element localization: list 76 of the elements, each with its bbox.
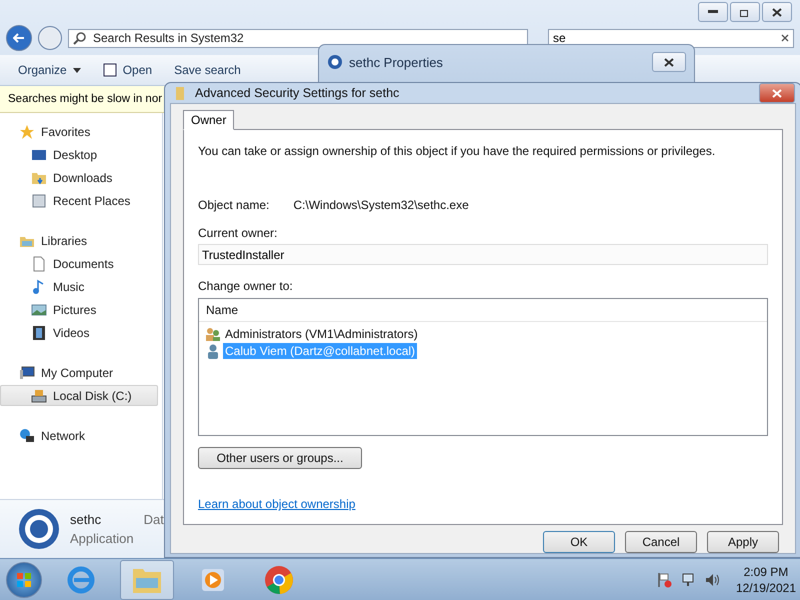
address-bar[interactable]: Search Results in System32 xyxy=(68,28,528,48)
folder-icon xyxy=(175,85,187,101)
nav-item[interactable]: Recent Places xyxy=(0,190,158,211)
owner-field[interactable]: TrustedInstaller xyxy=(198,244,768,265)
close-button[interactable] xyxy=(652,52,686,72)
search-field[interactable]: se xyxy=(548,28,794,48)
list-item[interactable]: Administrators (VM1\Administrators) xyxy=(223,326,420,342)
back-button[interactable] xyxy=(6,25,32,51)
column-label: Dat xyxy=(144,512,164,527)
other-users-button[interactable]: Other users or groups... xyxy=(198,447,362,469)
star-icon xyxy=(19,124,35,140)
network-icon xyxy=(680,572,696,588)
clear-icon xyxy=(781,34,789,42)
start-button[interactable] xyxy=(6,562,42,598)
film-icon xyxy=(31,324,47,340)
browser-icon xyxy=(66,565,96,595)
toolbar-button[interactable]: Save search xyxy=(174,63,241,77)
close-icon xyxy=(664,58,674,66)
nav-item[interactable]: Music xyxy=(0,276,158,297)
computer-icon xyxy=(19,364,35,380)
drive-icon xyxy=(31,388,47,404)
document-icon xyxy=(31,256,47,272)
file-name: sethc xyxy=(70,512,102,527)
tab[interactable]: Owner xyxy=(183,110,234,130)
nav-item[interactable]: Documents xyxy=(0,253,158,274)
maximize-button[interactable] xyxy=(730,2,760,22)
nav-item[interactable]: My Computer xyxy=(0,362,158,383)
close-icon xyxy=(772,8,782,16)
dialog-button[interactable]: OK xyxy=(543,531,615,553)
toolbar-button[interactable]: Open xyxy=(102,63,152,77)
nav-item[interactable]: Local Disk (C:) xyxy=(0,385,158,406)
window-title: Advanced Security Settings for sethc xyxy=(195,86,400,100)
folder-icon xyxy=(132,566,162,594)
column-header[interactable]: Name xyxy=(206,303,238,317)
nav-item[interactable]: Videos xyxy=(0,322,158,343)
minimize-icon xyxy=(708,10,718,14)
nav-item[interactable]: Favorites xyxy=(0,121,158,142)
minimize-button[interactable] xyxy=(698,2,728,22)
network-icon xyxy=(19,428,35,444)
windows-logo-icon xyxy=(16,572,32,588)
search-icon xyxy=(73,31,87,45)
nav-item[interactable]: Pictures xyxy=(0,299,158,320)
dialog-button[interactable]: Cancel xyxy=(625,531,697,553)
flag-icon xyxy=(656,572,672,588)
caret-icon xyxy=(72,68,81,72)
field-label: Object name: xyxy=(198,198,270,212)
toolbar-button[interactable]: Organize xyxy=(18,63,81,77)
close-button[interactable] xyxy=(762,2,792,22)
nav-item[interactable]: Desktop xyxy=(0,144,158,165)
clock-date[interactable]: 12/19/2021 xyxy=(736,581,796,595)
file-type: Application xyxy=(70,531,134,546)
field-label: Current owner: xyxy=(198,226,278,240)
clock-time[interactable]: 2:09 PM xyxy=(744,565,788,579)
back-arrow-icon xyxy=(13,32,25,44)
recent-places-icon xyxy=(31,192,47,208)
dialog-button[interactable]: Apply xyxy=(707,531,779,553)
media-player-icon xyxy=(200,567,226,593)
address-text: Search Results in System32 xyxy=(93,31,244,45)
field-label: Change owner to: xyxy=(198,279,294,293)
user-icon xyxy=(205,343,221,359)
users-icon xyxy=(205,326,221,342)
close-icon xyxy=(772,88,782,98)
restore-icon xyxy=(740,8,750,16)
nav-item[interactable]: Downloads xyxy=(0,167,158,188)
window-title: sethc Properties xyxy=(349,54,443,70)
close-button[interactable] xyxy=(759,83,795,103)
forward-button[interactable] xyxy=(38,26,62,50)
picture-icon xyxy=(31,302,47,318)
speaker-icon xyxy=(704,572,720,588)
object-name: C:\Windows\System32\sethc.exe xyxy=(293,198,469,212)
nav-item[interactable]: Network xyxy=(0,425,158,446)
intro-text: You can take or assign ownership of this object if you have the required permissions or privileges. xyxy=(198,144,716,158)
window-icon xyxy=(102,63,117,77)
nav-item[interactable]: Libraries xyxy=(0,230,158,251)
ownership-link[interactable]: Learn about object ownership xyxy=(198,497,356,511)
chrome-icon xyxy=(264,565,294,595)
